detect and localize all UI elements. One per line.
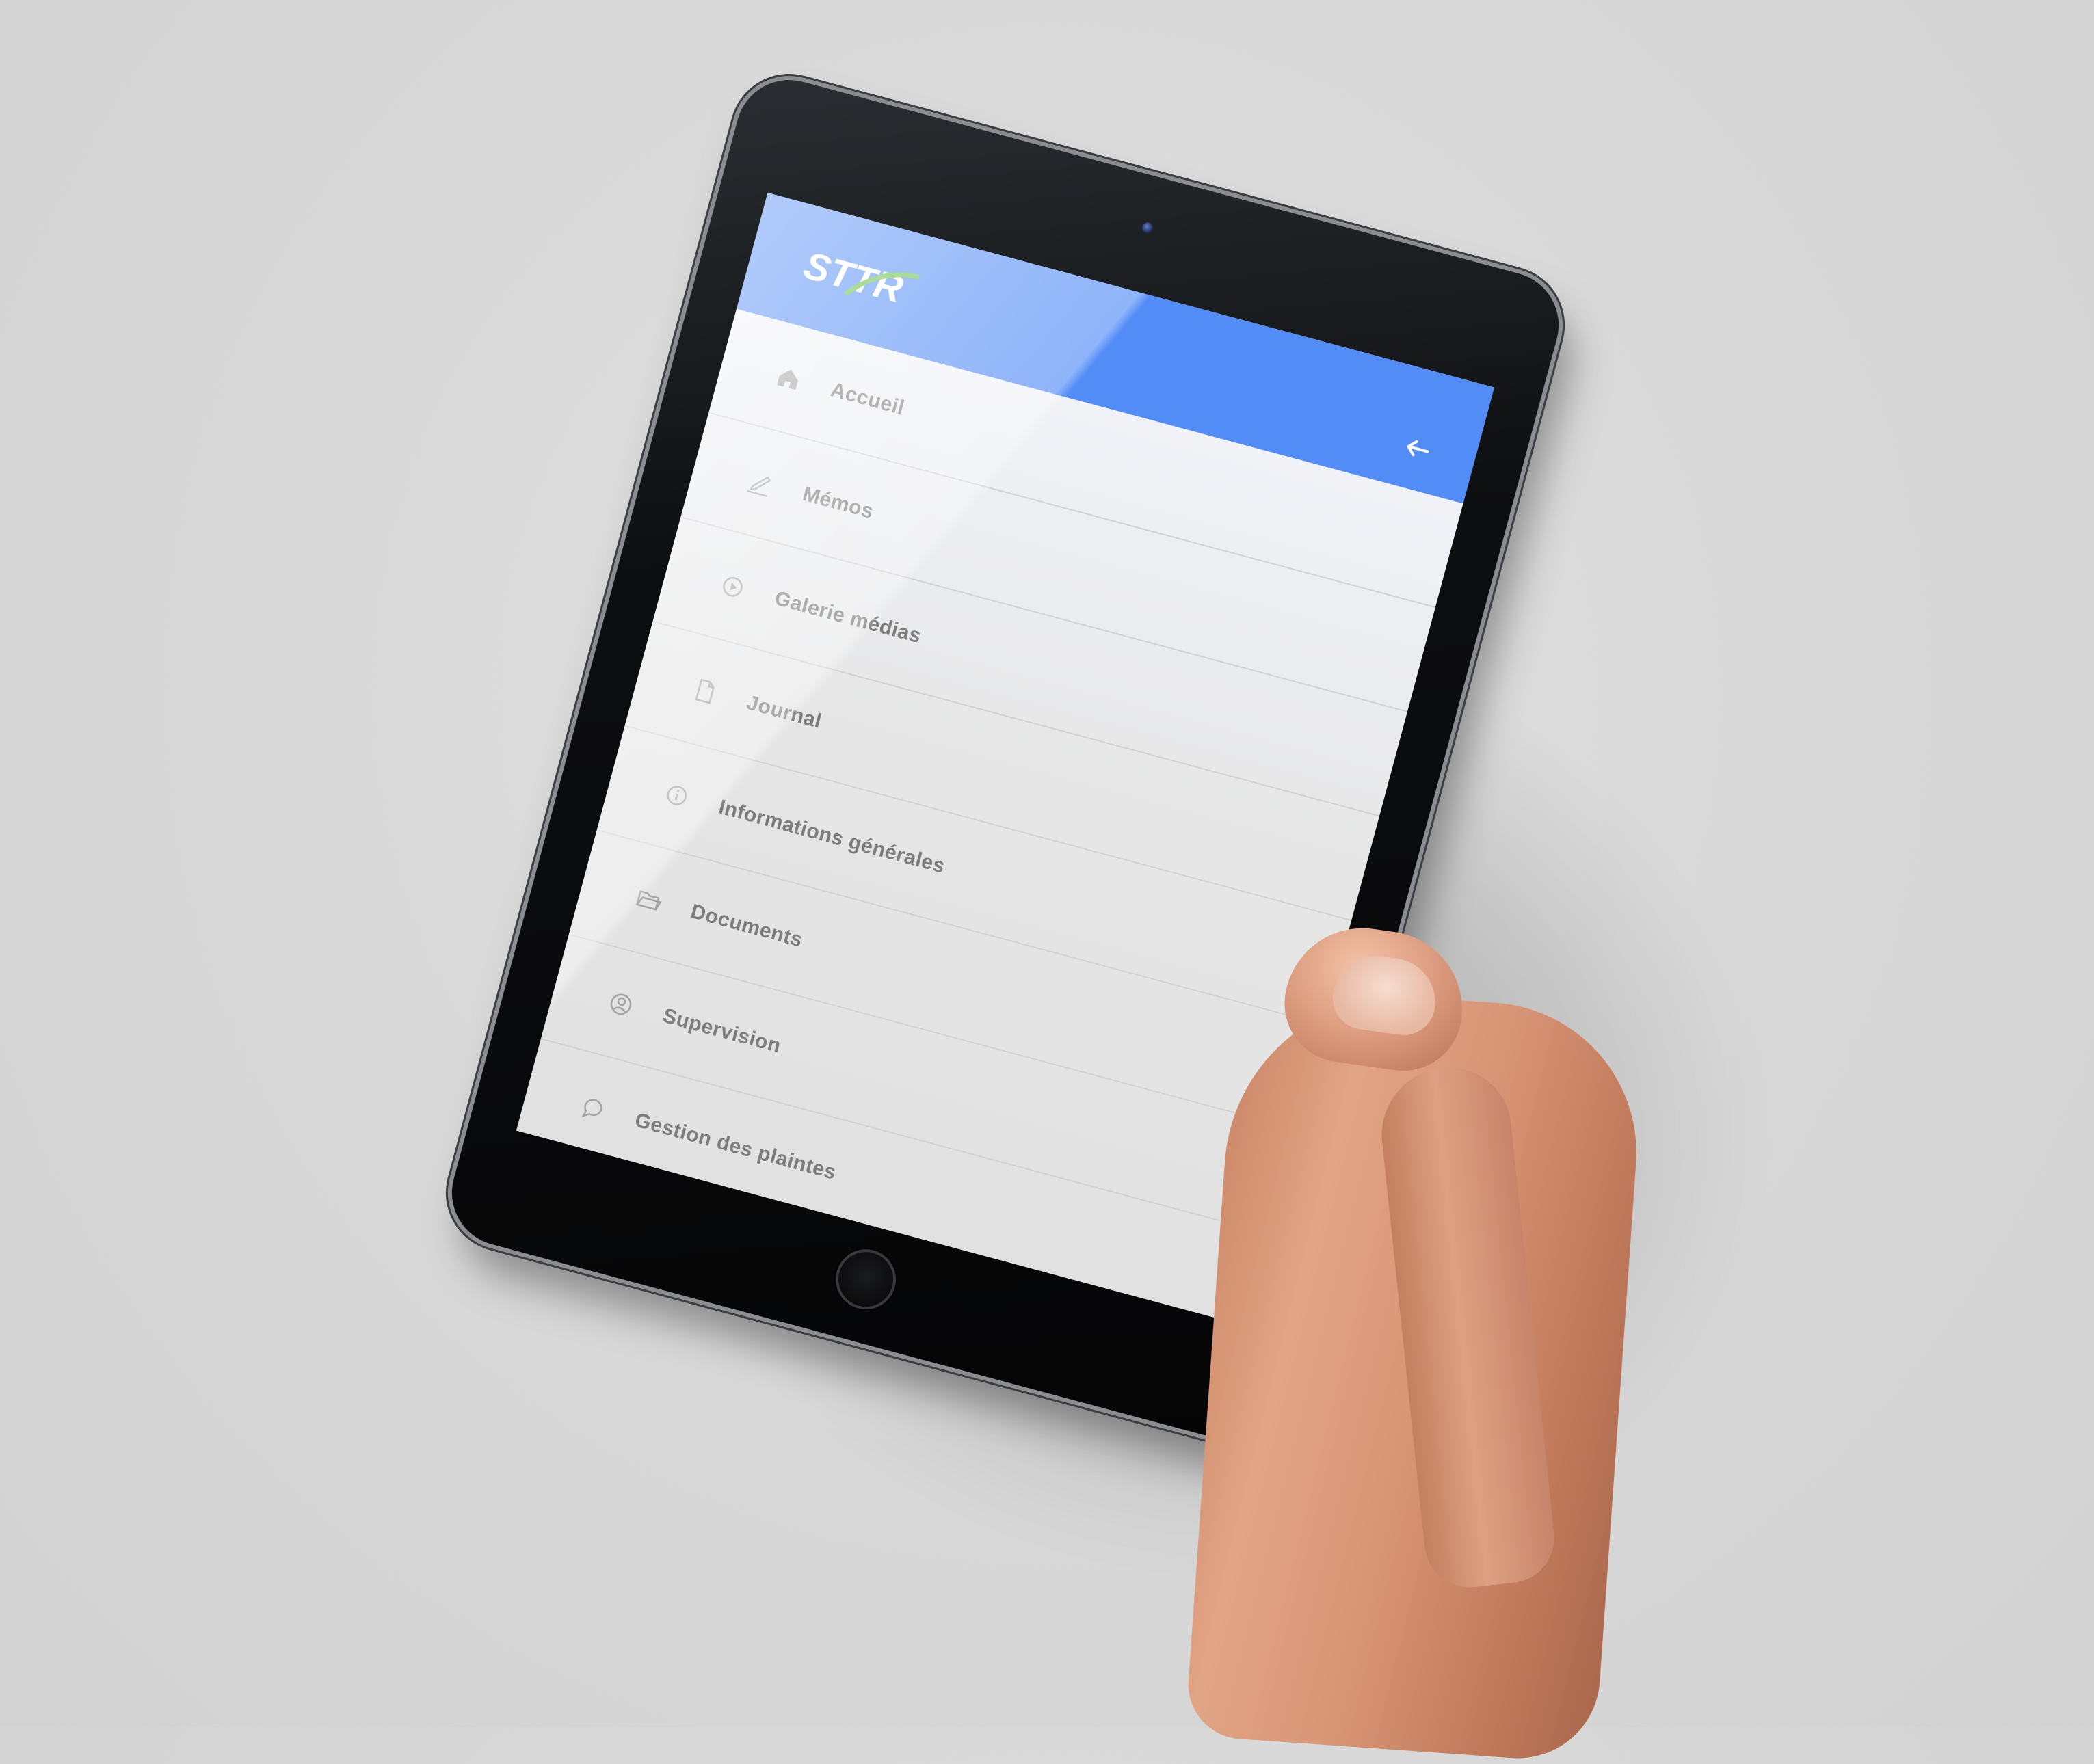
menu-item-label: Supervision	[660, 1004, 784, 1058]
back-button[interactable]	[1398, 431, 1438, 467]
sttr-logo: STTR	[799, 243, 920, 311]
user-circle-icon	[610, 993, 632, 1015]
menu-item-label: Galerie médias	[772, 587, 924, 648]
menu-item-label: Gestion des plaintes	[632, 1108, 839, 1184]
document-icon	[695, 678, 715, 704]
pencil-icon	[747, 476, 771, 497]
arrow-left-icon	[1407, 440, 1429, 457]
menu-item-label: Journal	[744, 691, 824, 733]
home-icon	[777, 369, 798, 390]
menu-item-label: Documents	[688, 900, 806, 952]
home-button[interactable]	[829, 1242, 903, 1317]
menu-item-label: Accueil	[828, 378, 907, 420]
play-circle-icon	[723, 577, 743, 597]
menu-item-label: Informations générales	[716, 795, 948, 878]
menu-item-label: Mémos	[800, 482, 876, 524]
front-camera	[1141, 221, 1154, 235]
folder-icon	[636, 890, 662, 911]
chat-icon	[581, 1099, 602, 1118]
info-icon	[667, 786, 687, 805]
